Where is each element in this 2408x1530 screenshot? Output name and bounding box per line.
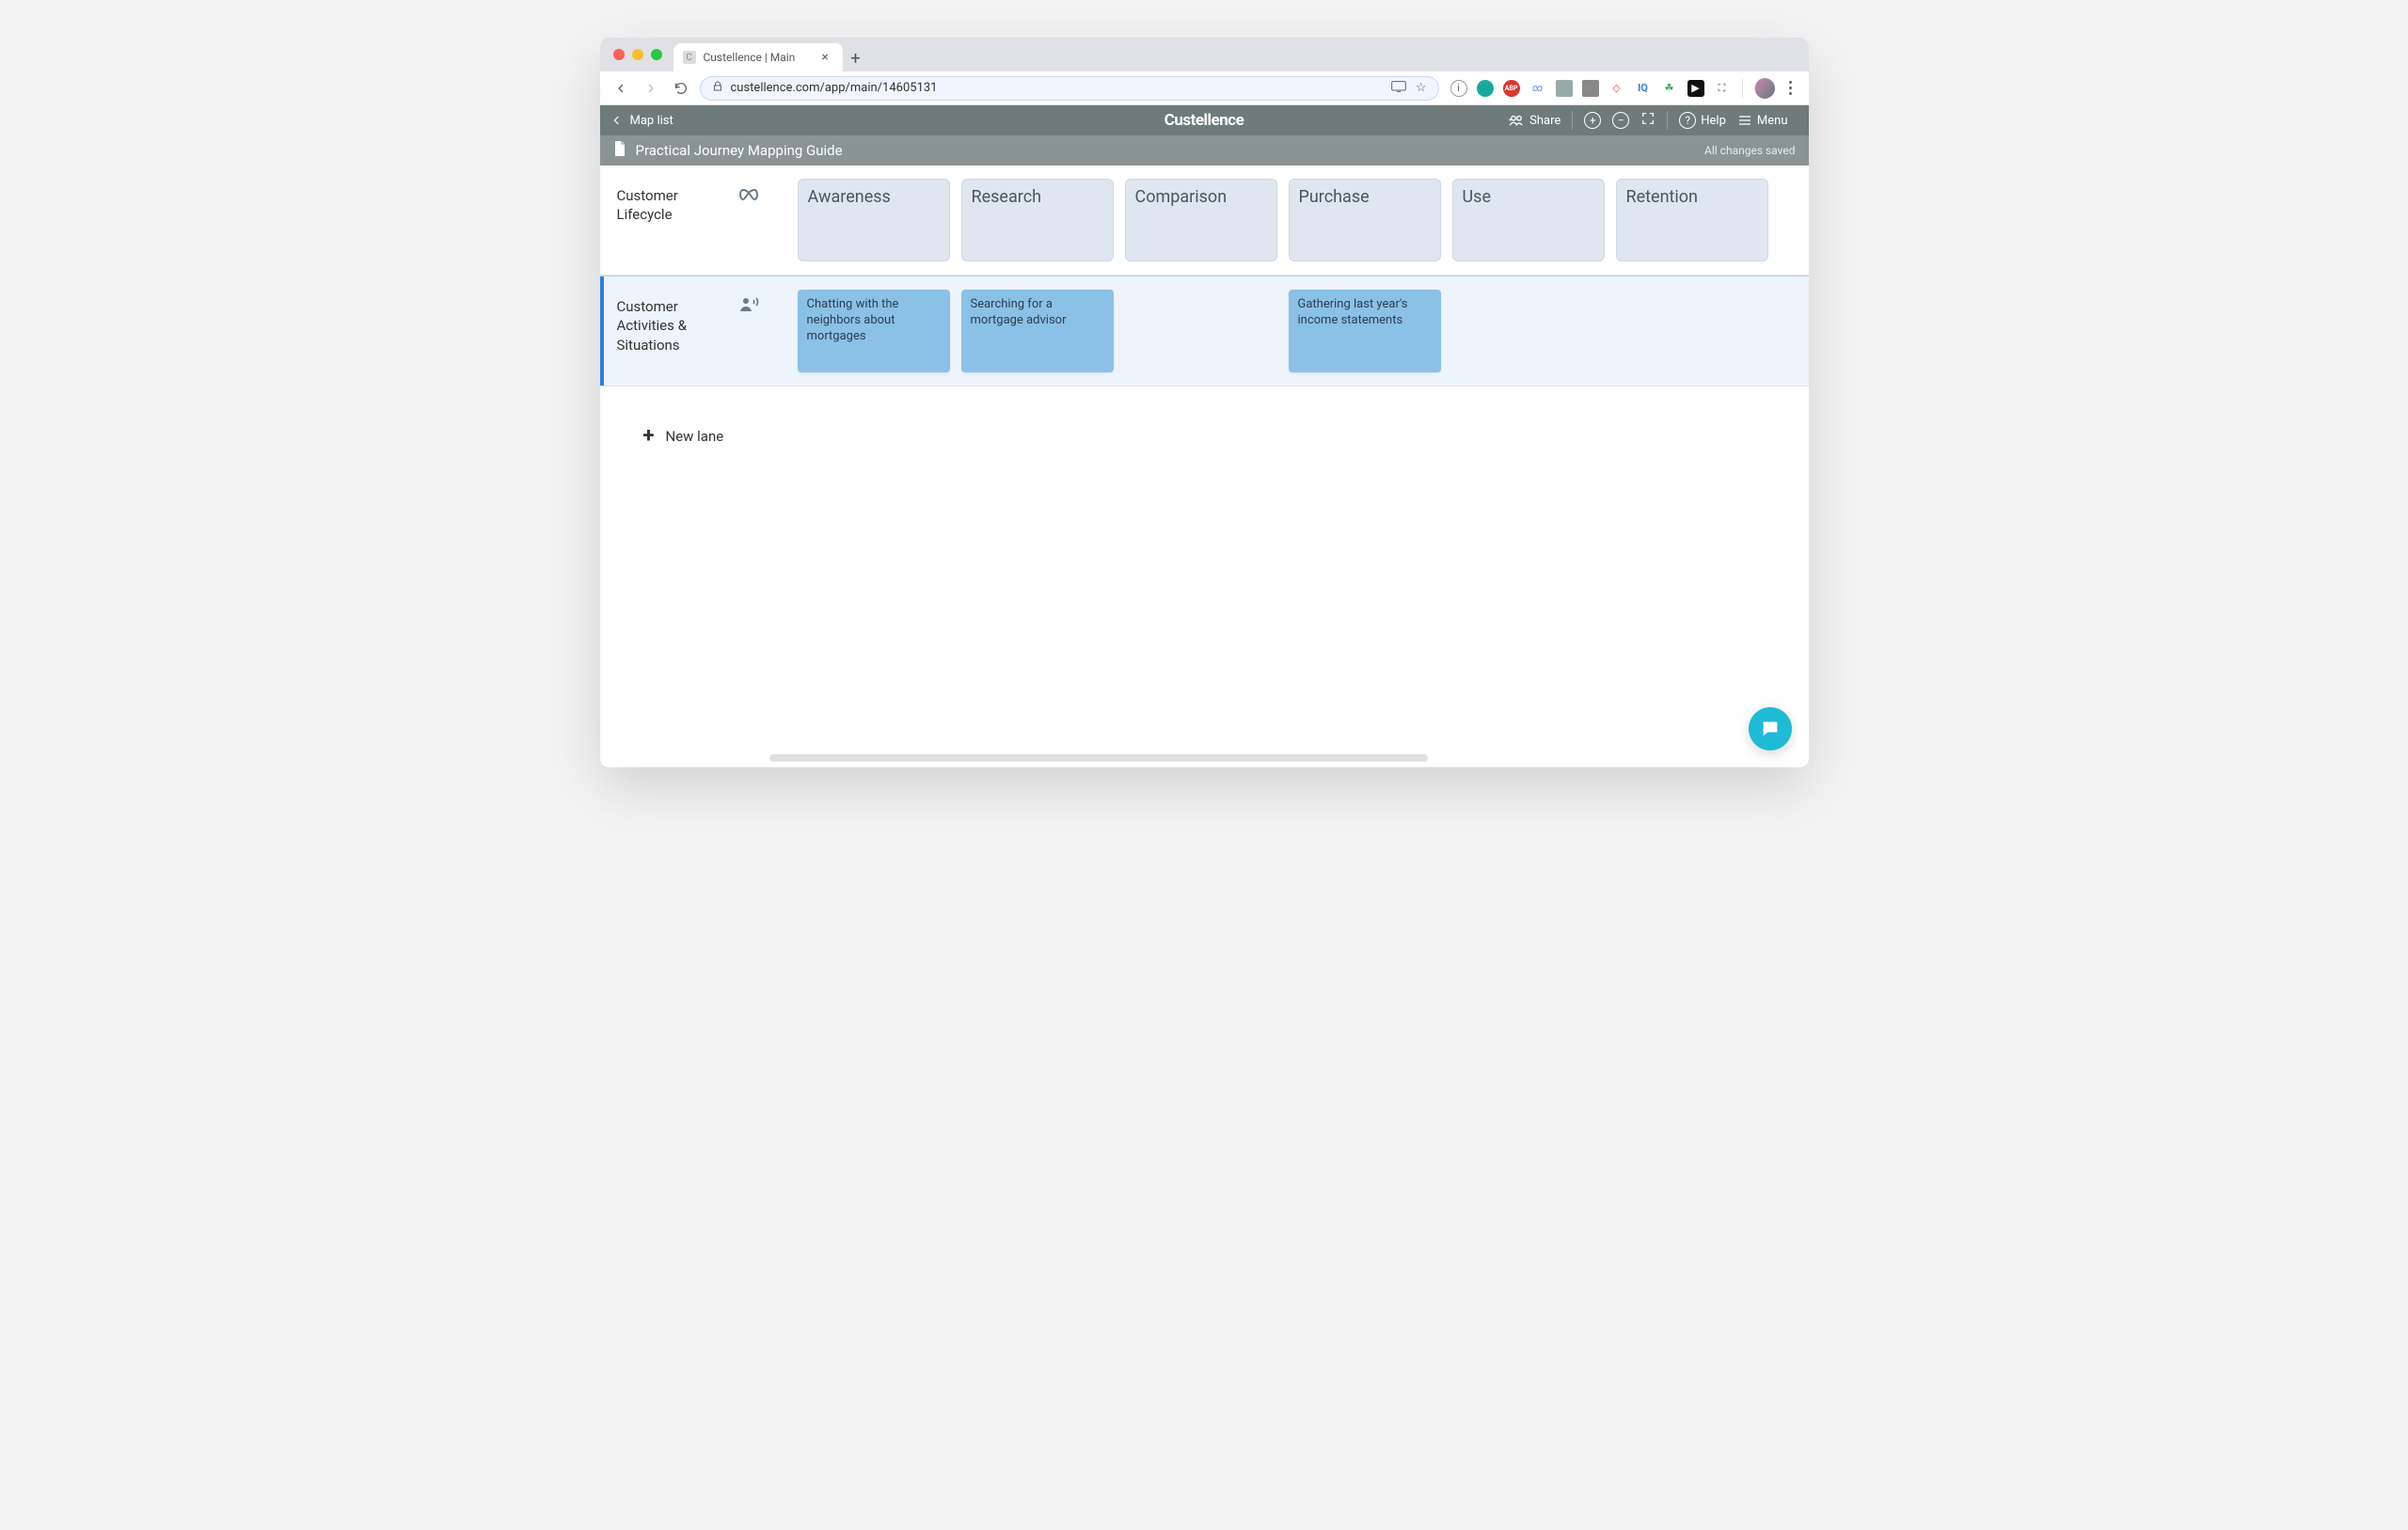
stage-card[interactable]: Purchase (1289, 179, 1441, 261)
url-text: custellence.com/app/main/14605131 (731, 81, 938, 95)
activity-card[interactable]: Chatting with the neighbors about mortga… (798, 290, 950, 372)
extension-teal-icon[interactable] (1477, 80, 1494, 97)
hex-ext-icon[interactable]: ◇ (1608, 80, 1625, 97)
activity-text: Searching for a mortgage advisor (971, 297, 1067, 327)
activity-card[interactable]: Searching for a mortgage advisor (961, 290, 1114, 372)
activity-text: Gathering last year's income statements (1298, 297, 1408, 327)
share-label: Share (1529, 114, 1560, 128)
stage-label: Research (972, 187, 1042, 207)
plus-icon: + (643, 424, 655, 448)
link-icon[interactable]: ∞ (1529, 80, 1546, 97)
iq-ext-icon[interactable]: IQ (1635, 80, 1652, 97)
bookmark-star-icon[interactable]: ☆ (1416, 81, 1427, 95)
tab-title: Custellence | Main (704, 51, 796, 64)
cast-icon[interactable] (1391, 81, 1406, 96)
address-bar[interactable]: custellence.com/app/main/14605131 ☆ (700, 76, 1439, 101)
info-icon[interactable]: i (1450, 80, 1467, 97)
empty-slot[interactable] (1125, 290, 1277, 372)
chrome-toolbar: custellence.com/app/main/14605131 ☆ i AB… (600, 71, 1809, 105)
chrome-tabbar: C Custellence | Main × + (600, 38, 1809, 71)
maximize-window-button[interactable] (651, 49, 662, 60)
chat-ext-icon[interactable] (1556, 80, 1573, 97)
new-lane-button[interactable]: + New lane (600, 386, 1809, 457)
lane-activities[interactable]: Customer Activities & Situations Chattin… (600, 276, 1809, 386)
minimize-window-button[interactable] (632, 49, 643, 60)
extensions-area: i ABP ∞ ◇ IQ ☘ ▶ ⛶ (1447, 80, 1735, 97)
lock-icon (712, 81, 723, 96)
window-controls (610, 38, 668, 71)
lane-cards: Awareness Research Comparison Purchase U… (769, 166, 1809, 275)
reload-button[interactable] (670, 77, 692, 100)
activity-text: Chatting with the neighbors about mortga… (807, 297, 899, 343)
browser-window: C Custellence | Main × + custellence.com… (600, 38, 1809, 767)
chrome-menu-button[interactable] (1782, 81, 1799, 95)
horizontal-scrollbar[interactable] (769, 754, 1428, 762)
forward-button[interactable] (640, 77, 662, 100)
play-ext-icon[interactable]: ▶ (1687, 80, 1704, 97)
adblock-icon[interactable]: ABP (1503, 80, 1520, 97)
app-logo: Custellence (1164, 111, 1244, 130)
stage-label: Awareness (808, 187, 891, 207)
stage-card[interactable]: Use (1452, 179, 1605, 261)
profile-avatar[interactable] (1754, 78, 1775, 99)
tab-close-icon[interactable]: × (821, 50, 828, 65)
browser-tab[interactable]: C Custellence | Main × (673, 43, 843, 71)
person-voice-icon (739, 297, 760, 372)
fullscreen-button[interactable] (1640, 111, 1656, 130)
lane-title[interactable]: Customer Activities & Situations (617, 297, 732, 372)
document-icon (613, 141, 626, 160)
app-topbar: Map list Custellence Share + − ? (600, 105, 1809, 135)
share-button[interactable]: Share (1508, 114, 1560, 128)
lane-lifecycle[interactable]: Customer Lifecycle Awareness Research Co… (600, 166, 1809, 276)
stage-card[interactable]: Awareness (798, 179, 950, 261)
stage-label: Purchase (1299, 187, 1370, 207)
journey-board: Customer Lifecycle Awareness Research Co… (600, 166, 1809, 767)
maplist-label: Map list (630, 114, 673, 128)
help-label: Help (1701, 114, 1726, 128)
intercom-chat-button[interactable] (1749, 707, 1792, 750)
leaf-ext-icon[interactable]: ☘ (1661, 80, 1678, 97)
stage-card[interactable]: Comparison (1125, 179, 1277, 261)
activity-card[interactable]: Gathering last year's income statements (1289, 290, 1441, 372)
document-title[interactable]: Practical Journey Mapping Guide (636, 142, 843, 159)
help-icon: ? (1679, 112, 1696, 129)
new-lane-label: New lane (666, 428, 724, 445)
close-window-button[interactable] (613, 49, 625, 60)
lane-title[interactable]: Customer Lifecycle (617, 186, 730, 261)
lane-cards: Chatting with the neighbors about mortga… (769, 276, 1809, 386)
stage-label: Retention (1626, 187, 1698, 207)
stage-label: Use (1463, 187, 1492, 207)
zoom-in-button[interactable]: + (1584, 112, 1601, 129)
video-ext-icon[interactable] (1582, 80, 1599, 97)
new-tab-button[interactable]: + (843, 45, 869, 71)
app-subheader: Practical Journey Mapping Guide All chan… (600, 135, 1809, 166)
save-status: All changes saved (1704, 144, 1795, 157)
zoom-out-button[interactable]: − (1612, 112, 1629, 129)
menu-button[interactable]: Menu (1737, 114, 1788, 128)
stage-label: Comparison (1135, 187, 1228, 207)
back-to-maplist-button[interactable]: Map list (610, 113, 673, 128)
stage-card[interactable]: Retention (1616, 179, 1768, 261)
crop-ext-icon[interactable]: ⛶ (1714, 80, 1731, 97)
stage-card[interactable]: Research (961, 179, 1114, 261)
back-button[interactable] (610, 77, 632, 100)
help-button[interactable]: ? Help (1679, 112, 1726, 129)
menu-label: Menu (1757, 114, 1788, 128)
infinity-icon (737, 186, 760, 261)
tab-favicon: C (683, 51, 696, 64)
